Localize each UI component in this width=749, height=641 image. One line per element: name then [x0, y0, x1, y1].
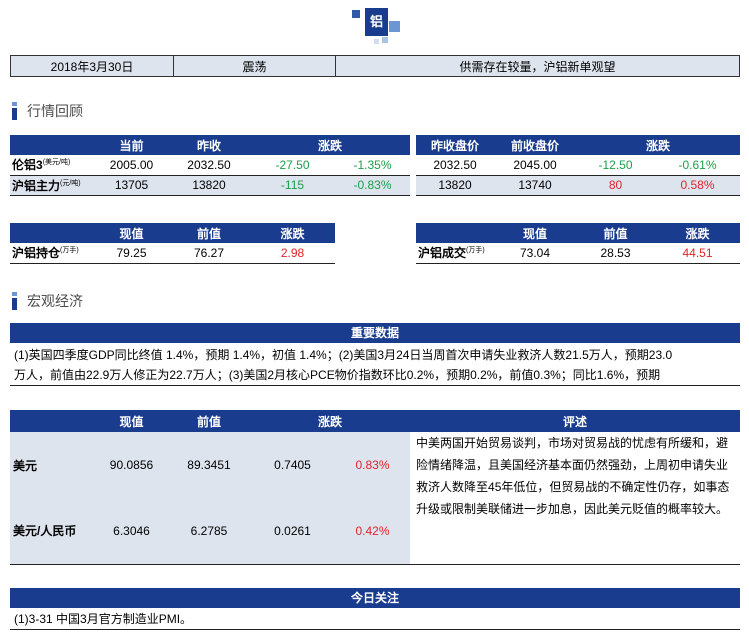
- trend-label: 震荡: [174, 56, 336, 76]
- position-table: 现值 前值 涨跌 沪铝持仓(万手) 79.25 76.27 2.98: [10, 223, 335, 264]
- logo-square: [374, 39, 379, 44]
- value-prev: 76.27: [168, 243, 250, 264]
- value-change: 0.0261: [250, 498, 335, 565]
- value-prev: 6.2785: [168, 498, 250, 565]
- value-prev: 28.53: [576, 243, 655, 264]
- col-previous: 前值: [168, 410, 250, 432]
- fx-header-row: 现值 前值 涨跌 评述: [10, 410, 741, 432]
- table-row: 沪铝持仓(万手) 79.25 76.27 2.98: [10, 243, 335, 264]
- section-bar-icon: [12, 292, 18, 310]
- today-focus-item: (1)3-31 中国3月官方制造业PMI。: [10, 608, 740, 630]
- value-percent: 0.83%: [335, 432, 411, 498]
- table-row: 沪铝主力(元/吨) 13705 13820 -115 -0.83% 13820 …: [10, 175, 741, 196]
- value-prev-close: 2032.50: [416, 155, 495, 176]
- col-change: 涨跌: [250, 223, 335, 243]
- key-data-text: (1)英国四季度GDP同比终值 1.4%，预期 1.4%，初值 1.4%；(2)…: [10, 343, 740, 386]
- section-market-review: 行情回顾: [12, 101, 83, 121]
- fx-comment: 中美两国开始贸易谈判，市场对贸易战的忧虑有所缓和，避险情绪降温，且美国经济基本面…: [410, 432, 741, 565]
- key-data-title: 重要数据: [10, 323, 740, 343]
- value-before-close: 2045.00: [494, 155, 577, 176]
- key-data-line: 万人，前值由22.9万人修正为22.7万人；(3)美国2月核心PCE物价指数环比…: [14, 368, 661, 382]
- quote-table: 当前 昨收 涨跌 昨收盘价 前收盘价 涨跌 伦铝3(美元/吨) 2005.00 …: [10, 135, 741, 196]
- row-label: 沪铝持仓(万手): [10, 243, 95, 264]
- row-label: 伦铝3(美元/吨): [10, 155, 95, 176]
- today-focus-title: 今日关注: [10, 588, 740, 608]
- quote-header-row: 当前 昨收 涨跌 昨收盘价 前收盘价 涨跌: [10, 135, 741, 155]
- value-percent: 0.42%: [335, 498, 411, 565]
- row-label: 沪铝主力(元/吨): [10, 175, 95, 196]
- section-macro: 宏观经济: [12, 291, 83, 311]
- value-percent: -0.83%: [335, 175, 411, 196]
- col-current: 现值: [494, 223, 576, 243]
- position-header-row: 现值 前值 涨跌: [10, 223, 335, 243]
- row-label: 美元/人民币: [10, 498, 95, 565]
- section-title: 行情回顾: [27, 104, 83, 120]
- value-prev-close: 13820: [416, 175, 495, 196]
- value-change-2: -12.50: [576, 155, 656, 176]
- table-row: 伦铝3(美元/吨) 2005.00 2032.50 -27.50 -1.35% …: [10, 155, 741, 176]
- logo-title: 铝: [365, 8, 388, 36]
- report-header: 2018年3月30日 震荡 供需存在较量，沪铝新单观望: [10, 55, 740, 77]
- col-change-2: 涨跌: [576, 135, 741, 155]
- value-prev: 2032.50: [168, 155, 250, 176]
- key-data-line: (1)英国四季度GDP同比终值 1.4%，预期 1.4%，初值 1.4%；(2)…: [14, 348, 673, 362]
- value-percent-2: 0.58%: [655, 175, 741, 196]
- col-before-close: 前收盘价: [494, 135, 577, 155]
- report-date: 2018年3月30日: [11, 56, 174, 76]
- logo-square: [389, 21, 400, 32]
- table-row: 沪铝成交(万手) 73.04 28.53 44.51: [416, 243, 740, 264]
- col-change: 涨跌: [655, 223, 740, 243]
- value-prev: 89.3451: [168, 432, 250, 498]
- report-summary: 供需存在较量，沪铝新单观望: [459, 59, 616, 74]
- col-previous: 前值: [168, 223, 250, 243]
- today-focus-box: 今日关注 (1)3-31 中国3月官方制造业PMI。: [10, 588, 740, 630]
- logo-square: [352, 10, 360, 18]
- volume-table: 现值 前值 涨跌 沪铝成交(万手) 73.04 28.53 44.51: [416, 223, 740, 264]
- col-prev-close: 昨收盘价: [416, 135, 495, 155]
- value-change: 2.98: [250, 243, 335, 264]
- value-current: 6.3046: [95, 498, 168, 565]
- col-current: 现值: [95, 223, 168, 243]
- value-current: 13705: [95, 175, 168, 196]
- row-label: 沪铝成交(万手): [416, 243, 494, 264]
- col-prev-settle: 昨收: [168, 135, 250, 155]
- aluminum-logo: 铝: [352, 4, 404, 48]
- col-previous: 前值: [576, 223, 655, 243]
- value-before-close: 13740: [494, 175, 577, 196]
- value-current: 90.0856: [95, 432, 168, 498]
- col-change: 涨跌: [250, 410, 411, 432]
- value-prev: 13820: [168, 175, 250, 196]
- col-current: 当前: [95, 135, 168, 155]
- section-title: 宏观经济: [27, 294, 83, 310]
- value-change: 0.7405: [250, 432, 335, 498]
- section-bar-icon: [12, 102, 18, 120]
- value-current: 73.04: [494, 243, 576, 264]
- value-current: 79.25: [95, 243, 168, 264]
- col-comment: 评述: [410, 410, 741, 432]
- value-current: 2005.00: [95, 155, 168, 176]
- volume-header-row: 现值 前值 涨跌: [416, 223, 740, 243]
- value-change: 44.51: [655, 243, 740, 264]
- value-change: -27.50: [250, 155, 335, 176]
- key-data-box: 重要数据 (1)英国四季度GDP同比终值 1.4%，预期 1.4%，初值 1.4…: [10, 323, 740, 386]
- value-percent: -1.35%: [335, 155, 411, 176]
- col-change: 涨跌: [250, 135, 411, 155]
- row-label: 美元: [10, 432, 95, 498]
- logo-square: [382, 37, 388, 43]
- fx-table: 现值 前值 涨跌 评述 美元 90.0856 89.3451 0.7405 0.…: [10, 410, 741, 565]
- table-row: 美元 90.0856 89.3451 0.7405 0.83% 中美两国开始贸易…: [10, 432, 741, 565]
- value-change: -115: [250, 175, 335, 196]
- col-current: 现值: [95, 410, 168, 432]
- value-percent-2: -0.61%: [655, 155, 741, 176]
- value-change-2: 80: [576, 175, 656, 196]
